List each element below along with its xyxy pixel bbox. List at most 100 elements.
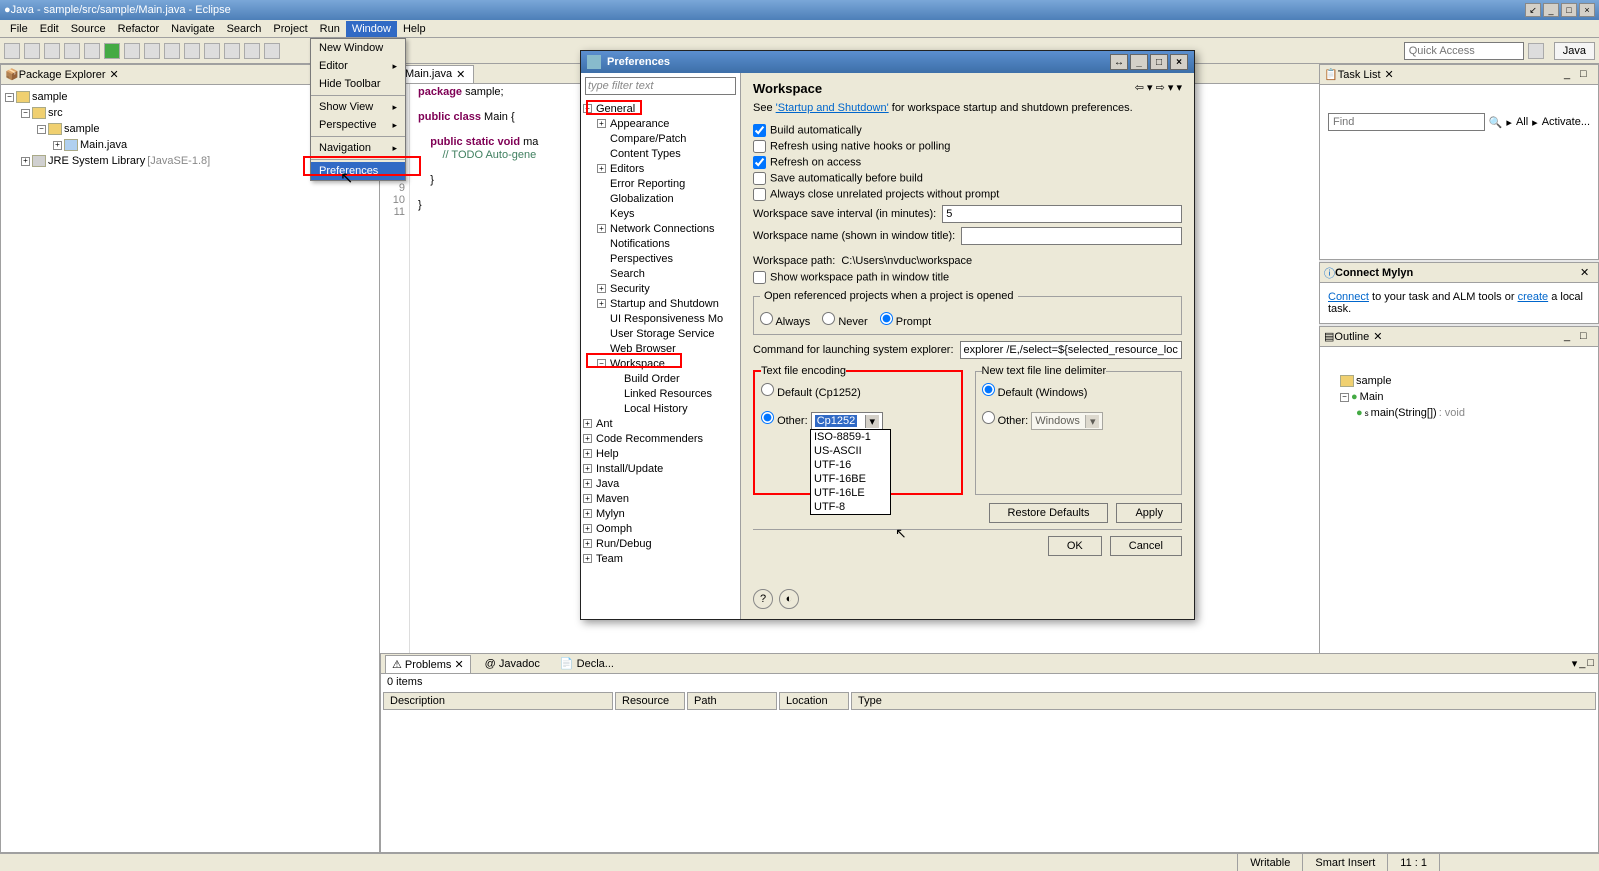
col-description[interactable]: Description bbox=[383, 692, 613, 710]
build-icon[interactable] bbox=[64, 43, 80, 59]
new-package-icon[interactable] bbox=[144, 43, 160, 59]
close-button[interactable]: × bbox=[1579, 3, 1595, 17]
check-close-unrelated[interactable]: Always close unrelated projects without … bbox=[753, 188, 1182, 201]
startup-link[interactable]: 'Startup and Shutdown' bbox=[776, 102, 889, 114]
save-icon[interactable] bbox=[24, 43, 40, 59]
delimiter-combo[interactable]: Windows▾ bbox=[1031, 412, 1103, 430]
outline-package[interactable]: sample bbox=[1356, 375, 1391, 387]
task-all[interactable]: All bbox=[1516, 116, 1528, 128]
coverage-icon[interactable] bbox=[124, 43, 140, 59]
tree-package[interactable]: sample bbox=[64, 123, 99, 135]
radio-delim-other[interactable]: Other: bbox=[982, 415, 1029, 427]
outline-max-icon[interactable]: □ bbox=[1580, 330, 1594, 344]
search-icon[interactable]: 🔍 bbox=[1489, 116, 1503, 129]
perspective-switcher-icon[interactable] bbox=[1528, 43, 1544, 59]
ws-name-input[interactable] bbox=[961, 227, 1182, 245]
minimize-button[interactable]: _ bbox=[1543, 3, 1559, 17]
new-icon[interactable] bbox=[4, 43, 20, 59]
menu-preferences[interactable]: Preferences bbox=[311, 162, 405, 180]
menu-editor[interactable]: Editor▸ bbox=[311, 57, 405, 75]
forward-icon[interactable]: ⇨ bbox=[1156, 82, 1165, 94]
check-refresh-access[interactable]: Refresh on access bbox=[753, 156, 1182, 169]
quick-access-input[interactable] bbox=[1404, 42, 1524, 60]
enc-opt-utf16le[interactable]: UTF-16LE bbox=[811, 486, 890, 500]
menu-window[interactable]: Window bbox=[346, 21, 397, 37]
check-save-auto[interactable]: Save automatically before build bbox=[753, 172, 1182, 185]
dialog-min-icon[interactable]: _ bbox=[1130, 54, 1148, 70]
radio-enc-other[interactable]: Other: bbox=[761, 415, 808, 427]
menu-hide-toolbar[interactable]: Hide Toolbar bbox=[311, 75, 405, 93]
help-icon[interactable]: ? bbox=[753, 589, 773, 609]
maximize-button[interactable]: □ bbox=[1561, 3, 1577, 17]
task-icon[interactable] bbox=[224, 43, 240, 59]
col-path[interactable]: Path bbox=[687, 692, 777, 710]
new-class-icon[interactable] bbox=[164, 43, 180, 59]
radio-always[interactable]: Always bbox=[760, 312, 810, 328]
nav-tree[interactable]: −General +Appearance Compare/Patch Conte… bbox=[581, 99, 740, 619]
menu-source[interactable]: Source bbox=[65, 21, 112, 37]
tree-project[interactable]: sample bbox=[32, 91, 67, 103]
tab-problems[interactable]: ⚠ Problems ✕ bbox=[385, 655, 471, 673]
tab-close-icon[interactable]: ✕ bbox=[456, 68, 465, 81]
menu-help[interactable]: Help bbox=[397, 21, 432, 37]
forward-icon[interactable] bbox=[264, 43, 280, 59]
tree-file[interactable]: Main.java bbox=[80, 139, 127, 151]
nav-general[interactable]: General bbox=[594, 103, 635, 115]
radio-enc-default[interactable]: Default (Cp1252) bbox=[761, 387, 861, 399]
back-icon[interactable]: ⇦ bbox=[1135, 82, 1144, 94]
apply-button[interactable]: Apply bbox=[1116, 503, 1182, 523]
tab-declaration[interactable]: 📄 Decla... bbox=[554, 655, 620, 672]
menu-refactor[interactable]: Refactor bbox=[112, 21, 166, 37]
enc-opt-utf16[interactable]: UTF-16 bbox=[811, 458, 890, 472]
outline-method[interactable]: main(String[]) bbox=[1371, 407, 1437, 419]
tab-javadoc[interactable]: @ Javadoc bbox=[479, 656, 546, 672]
menu-project[interactable]: Project bbox=[267, 21, 313, 37]
outline-min-icon[interactable]: _ bbox=[1564, 330, 1578, 344]
tree-jre[interactable]: JRE System Library bbox=[48, 155, 145, 167]
task-min-icon[interactable]: _ bbox=[1564, 68, 1578, 82]
minimize-button-outer[interactable]: ↙ bbox=[1525, 3, 1541, 17]
save-interval-input[interactable] bbox=[942, 205, 1182, 223]
search-icon[interactable] bbox=[204, 43, 220, 59]
menu-perspective[interactable]: Perspective▸ bbox=[311, 116, 405, 134]
enc-opt-utf16be[interactable]: UTF-16BE bbox=[811, 472, 890, 486]
task-activate[interactable]: Activate... bbox=[1542, 116, 1590, 128]
open-type-icon[interactable] bbox=[184, 43, 200, 59]
mylyn-create-link[interactable]: create bbox=[1518, 291, 1549, 303]
menu-show-view[interactable]: Show View▸ bbox=[311, 98, 405, 116]
encoding-combo[interactable]: Cp1252▾ bbox=[811, 412, 883, 430]
problems-table[interactable]: Description Resource Path Location Type bbox=[381, 690, 1598, 712]
menu-icon[interactable]: ▾ bbox=[1176, 82, 1182, 94]
ok-button[interactable]: OK bbox=[1048, 536, 1102, 556]
menu-navigation[interactable]: Navigation▸ bbox=[311, 139, 405, 157]
check-show-path[interactable]: Show workspace path in window title bbox=[753, 271, 1182, 284]
dialog-close-icon[interactable]: × bbox=[1170, 54, 1188, 70]
problems-menu-icon[interactable]: ▾ bbox=[1572, 657, 1578, 670]
task-max-icon[interactable]: □ bbox=[1580, 68, 1594, 82]
perspective-java[interactable]: Java bbox=[1554, 42, 1595, 60]
tree-src[interactable]: src bbox=[48, 107, 63, 119]
task-find-input[interactable] bbox=[1328, 113, 1485, 131]
radio-delim-default[interactable]: Default (Windows) bbox=[982, 387, 1088, 399]
col-location[interactable]: Location bbox=[779, 692, 849, 710]
import-export-icon[interactable]: ◐ bbox=[779, 589, 799, 609]
menu-navigate[interactable]: Navigate bbox=[165, 21, 220, 37]
run-icon[interactable] bbox=[104, 43, 120, 59]
menu-file[interactable]: File bbox=[4, 21, 34, 37]
mylyn-close-icon[interactable]: ✕ bbox=[1580, 266, 1594, 280]
menu-search[interactable]: Search bbox=[221, 21, 268, 37]
problems-min-icon[interactable]: _ bbox=[1579, 657, 1585, 670]
back-icon[interactable] bbox=[244, 43, 260, 59]
cancel-button[interactable]: Cancel bbox=[1110, 536, 1182, 556]
view-close-icon[interactable]: ✕ bbox=[110, 68, 119, 81]
enc-opt-utf8[interactable]: UTF-8 bbox=[811, 500, 890, 514]
problems-max-icon[interactable]: □ bbox=[1587, 657, 1594, 670]
nav-workspace[interactable]: Workspace bbox=[608, 358, 665, 370]
filter-input[interactable] bbox=[585, 77, 736, 95]
debug-icon[interactable] bbox=[84, 43, 100, 59]
outline-class[interactable]: Main bbox=[1360, 391, 1384, 403]
radio-never[interactable]: Never bbox=[822, 312, 867, 328]
task-close-icon[interactable]: ✕ bbox=[1385, 68, 1394, 81]
dialog-collapse-icon[interactable]: ↔ bbox=[1110, 54, 1128, 70]
encoding-dropdown[interactable]: ISO-8859-1 US-ASCII UTF-16 UTF-16BE UTF-… bbox=[810, 429, 891, 515]
